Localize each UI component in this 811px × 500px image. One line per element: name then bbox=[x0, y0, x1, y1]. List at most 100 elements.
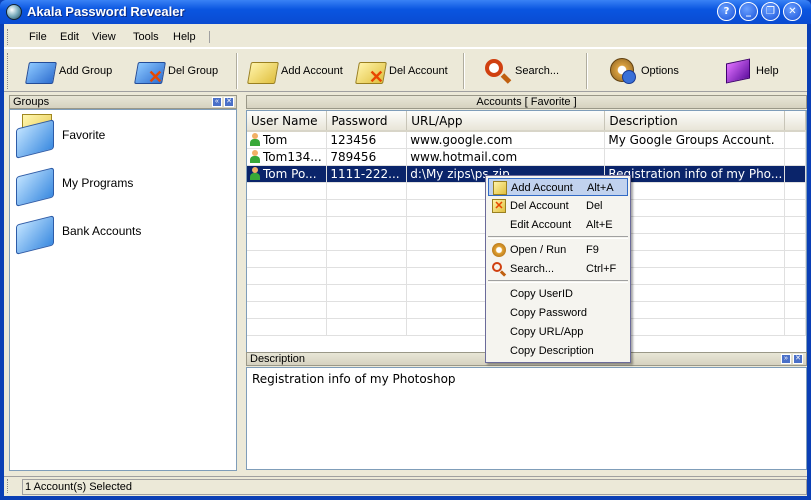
column-header-user-name[interactable]: User Name bbox=[247, 111, 328, 132]
toolbar-separator bbox=[236, 53, 238, 89]
title-bar[interactable]: Akala Password Revealer ? _ ❐ ✕ bbox=[0, 0, 811, 24]
menu-help[interactable]: Help bbox=[173, 31, 196, 43]
ctx-open-run[interactable]: Open / Run F9 bbox=[488, 241, 628, 259]
menu-edit[interactable]: Edit bbox=[60, 31, 79, 43]
description-text[interactable]: Registration info of my Photoshop bbox=[246, 367, 807, 470]
del-group-icon: ✕ bbox=[134, 56, 166, 86]
del-account-label: Del Account bbox=[389, 65, 448, 77]
options-icon bbox=[608, 56, 638, 86]
accounts-header: Accounts [ Favorite ] bbox=[246, 95, 807, 109]
menu-tools[interactable]: Tools bbox=[133, 31, 159, 43]
add-group-button[interactable]: Add Group bbox=[25, 53, 113, 89]
help-title-button[interactable]: ? bbox=[717, 2, 736, 21]
column-header-url-app[interactable]: URL/App bbox=[406, 111, 606, 132]
del-group-label: Del Group bbox=[168, 65, 219, 77]
help-label: Help bbox=[756, 65, 779, 77]
groups-header-title: Groups bbox=[13, 96, 50, 108]
window-title: Akala Password Revealer bbox=[27, 4, 185, 19]
cell-url: www.hotmail.com bbox=[406, 148, 606, 166]
group-item-favorite[interactable]: Favorite bbox=[12, 112, 232, 159]
table-row[interactable]: Tom134... 789456 www.hotmail.com bbox=[247, 148, 806, 166]
context-menu: Add Account Alt+A ✕ Del Account Del Edit… bbox=[485, 175, 631, 363]
groups-collapse-button[interactable]: « bbox=[212, 97, 222, 107]
help-book-icon bbox=[723, 56, 753, 86]
ctx-shortcut: Ctrl+F bbox=[586, 263, 617, 275]
cell-url: www.google.com bbox=[406, 131, 606, 149]
status-bar: 1 Account(s) Selected bbox=[4, 476, 807, 495]
column-header-description[interactable]: Description bbox=[604, 111, 786, 132]
toolbar-grip[interactable] bbox=[7, 53, 10, 89]
groups-close-button[interactable]: ✕ bbox=[224, 97, 234, 107]
del-group-button[interactable]: ✕ Del Group bbox=[134, 53, 219, 89]
column-header-password[interactable]: Password bbox=[326, 111, 408, 132]
ctx-del-account[interactable]: ✕ Del Account Del bbox=[488, 197, 628, 215]
ctx-shortcut: Del bbox=[586, 200, 603, 212]
ctx-copy-description[interactable]: Copy Description bbox=[488, 342, 628, 360]
user-icon bbox=[250, 132, 260, 146]
cell-description: Registration info of my Pho... bbox=[604, 165, 786, 183]
ctx-copy-url[interactable]: Copy URL/App bbox=[488, 323, 628, 341]
options-button[interactable]: Options bbox=[608, 53, 679, 89]
search-button[interactable]: Search... bbox=[482, 53, 559, 89]
status-text: 1 Account(s) Selected bbox=[22, 479, 807, 495]
ctx-copy-userid[interactable]: Copy UserID bbox=[488, 285, 628, 303]
ctx-copy-password[interactable]: Copy Password bbox=[488, 304, 628, 322]
menu-view[interactable]: View bbox=[92, 31, 116, 43]
description-collapse-button[interactable]: » bbox=[781, 354, 791, 364]
ctx-add-account[interactable]: Add Account Alt+A bbox=[488, 178, 628, 196]
accounts-header-title: Accounts [ Favorite ] bbox=[476, 96, 577, 108]
table-header-row: User Name Password URL/App Description bbox=[247, 111, 806, 132]
search-icon bbox=[482, 56, 512, 86]
minimize-button[interactable]: _ bbox=[739, 2, 758, 21]
ctx-label: Search... bbox=[510, 263, 555, 275]
del-account-icon: ✕ bbox=[355, 56, 387, 86]
ctx-search[interactable]: Search... Ctrl+F bbox=[488, 260, 628, 278]
cell-user-name: Tom Po... bbox=[263, 166, 317, 181]
toolbar: Add Group ✕ Del Group Add Account ✕ Del … bbox=[4, 48, 807, 92]
ctx-edit-account[interactable]: Edit Account Alt+E bbox=[488, 216, 628, 234]
app-icon bbox=[6, 4, 22, 20]
app-window: Akala Password Revealer ? _ ❐ ✕ File Edi… bbox=[0, 0, 811, 500]
groups-list: Favorite My Programs Bank Accounts bbox=[9, 109, 237, 471]
menu-grip[interactable] bbox=[7, 29, 10, 45]
folder-icon bbox=[12, 210, 58, 255]
ctx-label: Open / Run bbox=[510, 244, 567, 256]
help-button[interactable]: Help bbox=[723, 53, 779, 89]
restore-button[interactable]: ❐ bbox=[761, 2, 780, 21]
cell-user-name: Tom134... bbox=[263, 149, 322, 164]
description-close-button[interactable]: ✕ bbox=[793, 354, 803, 364]
del-account-button[interactable]: ✕ Del Account bbox=[355, 53, 448, 89]
cell-description bbox=[604, 148, 786, 166]
del-account-icon: ✕ bbox=[492, 199, 506, 213]
add-account-icon bbox=[247, 56, 279, 86]
toolbar-separator bbox=[463, 53, 465, 89]
ctx-shortcut: F9 bbox=[586, 244, 599, 256]
group-label: My Programs bbox=[62, 176, 134, 190]
ctx-label: Edit Account bbox=[510, 219, 572, 231]
add-account-button[interactable]: Add Account bbox=[247, 53, 343, 89]
ctx-label: Del Account bbox=[510, 200, 569, 212]
ctx-label: Copy UserID bbox=[510, 288, 573, 300]
column-header-filler bbox=[784, 111, 806, 132]
cell-password: 1111-222... bbox=[326, 165, 408, 183]
close-button[interactable]: ✕ bbox=[783, 2, 802, 21]
ctx-label: Copy URL/App bbox=[510, 326, 584, 338]
ctx-separator bbox=[488, 236, 628, 239]
ctx-shortcut: Alt+A bbox=[587, 182, 614, 194]
favorite-folder-icon bbox=[12, 114, 58, 159]
user-icon bbox=[250, 149, 260, 163]
search-label: Search... bbox=[515, 65, 560, 77]
group-item-my-programs[interactable]: My Programs bbox=[12, 160, 232, 207]
ctx-label: Copy Description bbox=[510, 345, 594, 357]
groups-header: Groups « ✕ bbox=[9, 95, 237, 109]
table-row[interactable]: Tom 123456 www.google.com My Google Grou… bbox=[247, 131, 806, 149]
add-account-icon bbox=[493, 181, 507, 195]
ctx-separator bbox=[488, 280, 628, 283]
folder-icon bbox=[12, 162, 58, 207]
run-icon bbox=[492, 243, 506, 257]
user-icon bbox=[250, 166, 260, 180]
toolbar-separator bbox=[586, 53, 588, 89]
group-item-bank-accounts[interactable]: Bank Accounts bbox=[12, 208, 232, 255]
add-group-label: Add Group bbox=[59, 65, 113, 77]
menu-file[interactable]: File bbox=[29, 31, 47, 43]
